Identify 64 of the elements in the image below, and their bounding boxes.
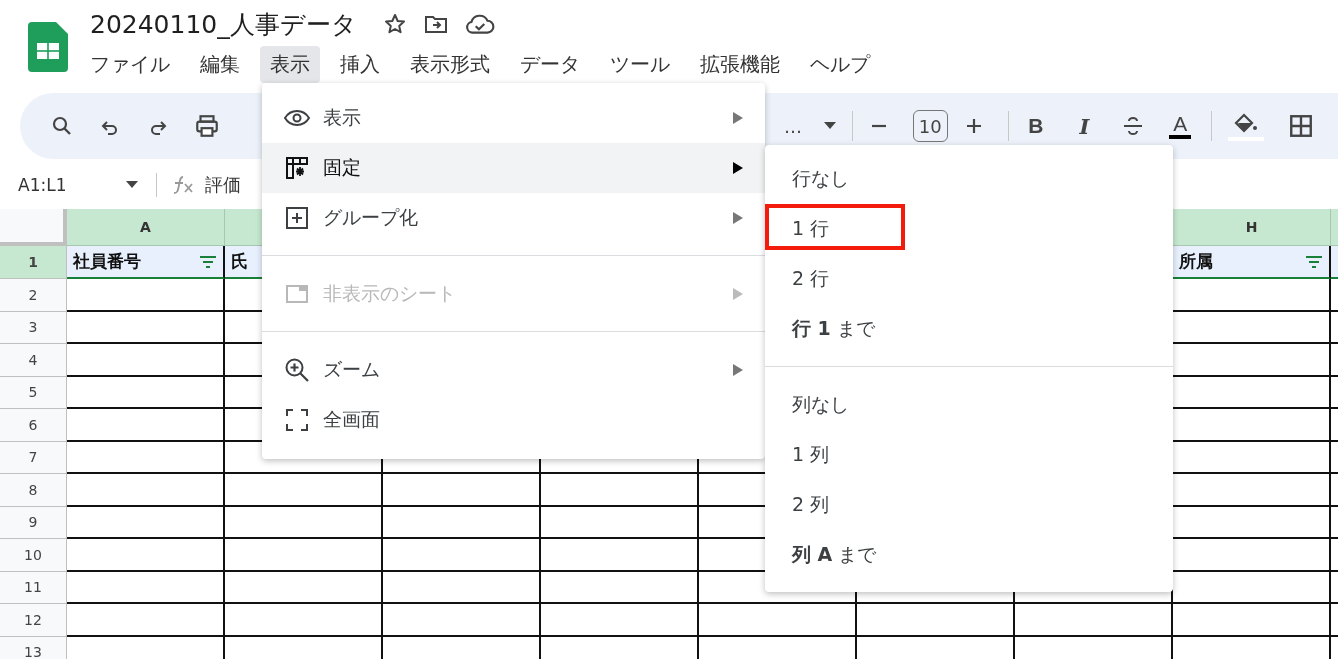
- menu-item[interactable]: 1 行: [792, 216, 830, 242]
- row-header[interactable]: 9: [0, 506, 67, 539]
- menu-bar-item[interactable]: ツール: [600, 46, 680, 83]
- menu-item[interactable]: 全画面: [262, 395, 765, 445]
- row-header[interactable]: 11: [0, 571, 67, 604]
- bold-button[interactable]: B: [1024, 114, 1048, 138]
- borders-icon[interactable]: [1288, 113, 1314, 139]
- name-box[interactable]: A1:L1: [18, 175, 126, 195]
- menu-bar-item[interactable]: ファイル: [80, 46, 180, 83]
- header-text: 氏: [231, 250, 249, 273]
- fullscreen-icon: [284, 408, 310, 432]
- row-header[interactable]: 6: [0, 409, 67, 442]
- menu-item[interactable]: 列なし: [792, 392, 849, 418]
- menu-item[interactable]: 表示: [262, 93, 765, 143]
- font-name-field[interactable]: …: [784, 115, 802, 137]
- row-header[interactable]: 12: [0, 604, 67, 637]
- plus-box-icon: [284, 206, 310, 230]
- menu-item[interactable]: 列 A まで: [792, 542, 877, 568]
- menu-item[interactable]: 1 列: [792, 442, 830, 468]
- row-header[interactable]: 4: [0, 344, 67, 377]
- menu-item[interactable]: 2 列: [792, 492, 830, 518]
- menu-item[interactable]: ズーム: [262, 345, 765, 395]
- caret-icon[interactable]: [126, 181, 138, 189]
- row-header[interactable]: 1: [0, 246, 67, 279]
- menu-bar-item[interactable]: 表示: [260, 46, 320, 83]
- paint-bucket-icon[interactable]: [1228, 111, 1264, 141]
- row-header[interactable]: 2: [0, 279, 67, 312]
- row-header[interactable]: 5: [0, 376, 67, 409]
- menu-bar-item[interactable]: データ: [510, 46, 590, 83]
- zoom-in-icon: [284, 357, 310, 383]
- document-title[interactable]: 20240110_人事データ: [90, 7, 357, 41]
- text-color-button[interactable]: A: [1169, 113, 1192, 139]
- font-size-field[interactable]: 10: [912, 110, 948, 142]
- row-header[interactable]: 3: [0, 311, 67, 344]
- menu-bar-item[interactable]: 表示形式: [400, 46, 500, 83]
- row-header[interactable]: 10: [0, 539, 67, 572]
- sheets-logo-icon[interactable]: [28, 22, 68, 72]
- star-icon[interactable]: [382, 12, 407, 36]
- sheet-tab-icon: [284, 282, 310, 306]
- menu-item[interactable]: 2 行: [792, 266, 830, 292]
- function-icon: [171, 175, 195, 195]
- menu-bar-item[interactable]: 拡張機能: [690, 46, 790, 83]
- menu-item[interactable]: 行 1 まで: [792, 316, 875, 342]
- menu-item[interactable]: 行なし: [792, 166, 849, 192]
- menu-bar-item[interactable]: ヘルプ: [800, 46, 880, 83]
- filter-icon[interactable]: [199, 255, 217, 268]
- formula-field[interactable]: 評価: [205, 173, 241, 197]
- column-header[interactable]: A: [67, 209, 225, 246]
- menu-bar-item[interactable]: 挿入: [330, 46, 390, 83]
- italic-button[interactable]: I: [1075, 113, 1094, 139]
- menu-item[interactable]: 固定: [262, 143, 765, 193]
- cloud-check-icon[interactable]: [464, 12, 495, 36]
- filter-icon[interactable]: [1305, 255, 1323, 268]
- row-header[interactable]: 7: [0, 441, 67, 474]
- menu-item[interactable]: グループ化: [262, 193, 765, 243]
- menu-bar-item[interactable]: 編集: [190, 46, 250, 83]
- header-text: 社員番号: [73, 250, 142, 273]
- print-icon[interactable]: [194, 113, 220, 139]
- row-header[interactable]: 8: [0, 474, 67, 507]
- column-header[interactable]: H: [1173, 209, 1331, 246]
- caret-icon[interactable]: [824, 122, 836, 130]
- row-header[interactable]: 13: [0, 636, 67, 659]
- header-text: 所属: [1179, 250, 1214, 273]
- freeze-grid-icon: [284, 156, 310, 180]
